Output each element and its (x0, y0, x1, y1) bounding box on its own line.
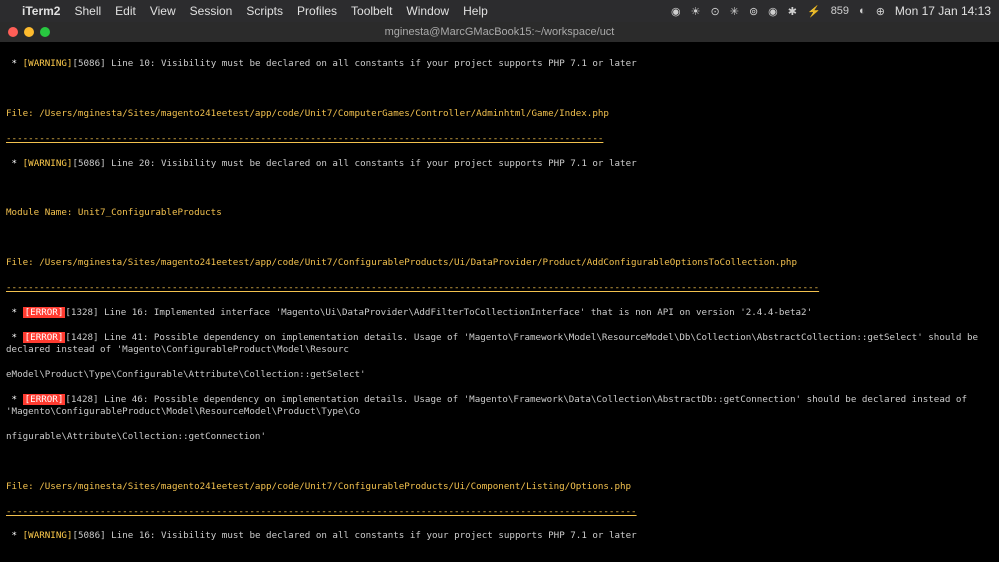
log-line: [5086] Line 20: Visibility must be decla… (72, 158, 636, 169)
menu-toolbelt[interactable]: Toolbelt (351, 4, 392, 18)
traffic-lights (8, 27, 50, 37)
menu-shell[interactable]: Shell (74, 4, 101, 18)
menu-app[interactable]: iTerm2 (22, 4, 60, 18)
log-line: [5086] Line 16: Visibility must be decla… (72, 530, 636, 541)
menu-edit[interactable]: Edit (115, 4, 136, 18)
fullscreen-button[interactable] (40, 27, 50, 37)
terminal-window: mginesta@MarcGMacBook15:~/workspace/uct … (0, 22, 999, 562)
menu-view[interactable]: View (150, 4, 176, 18)
log-line: [1428] Line 46: Possible dependency on i… (6, 394, 973, 417)
close-button[interactable] (8, 27, 18, 37)
log-line: [5086] Line 10: Visibility must be decla… (72, 58, 636, 69)
status-icon[interactable]: ⊙ (711, 5, 720, 18)
macos-menubar: iTerm2 Shell Edit View Session Scripts P… (0, 0, 999, 22)
log-line: eModel\Product\Type\Configurable\Attribu… (6, 369, 366, 380)
menu-session[interactable]: Session (190, 4, 233, 18)
file-path: File: /Users/mginesta/Sites/magento241ee… (6, 257, 797, 268)
battery-icon[interactable]: ⚡ (807, 5, 821, 18)
menubar-right: ◉ ☀ ⊙ ✳ ⊚ ◉ ✱ ⚡ 859 ◐ ⊕ Mon 17 Jan 14:13 (671, 4, 991, 18)
status-icon[interactable]: ◐ (859, 5, 866, 17)
menubar-datetime[interactable]: Mon 17 Jan 14:13 (895, 4, 991, 18)
status-icon[interactable]: ◉ (671, 5, 681, 18)
menu-help[interactable]: Help (463, 4, 488, 18)
menu-scripts[interactable]: Scripts (246, 4, 283, 18)
warning-tag: [WARNING] (23, 158, 73, 169)
file-path: File: /Users/mginesta/Sites/magento241ee… (6, 108, 609, 119)
window-title: mginesta@MarcGMacBook15:~/workspace/uct (385, 26, 615, 38)
battery-text: 859 (831, 5, 849, 17)
log-line: nfigurable\Attribute\Collection::getConn… (6, 431, 266, 442)
terminal-output[interactable]: * [WARNING][5086] Line 10: Visibility mu… (0, 42, 999, 562)
status-icon[interactable]: ⊚ (749, 5, 758, 18)
minimize-button[interactable] (24, 27, 34, 37)
menubar-left: iTerm2 Shell Edit View Session Scripts P… (8, 4, 488, 18)
menu-window[interactable]: Window (406, 4, 449, 18)
error-tag: [ERROR] (23, 307, 66, 318)
file-path: File: /Users/mginesta/Sites/magento241ee… (6, 481, 631, 492)
error-tag: [ERROR] (23, 394, 66, 405)
log-line: [1328] Line 16: Implemented interface 'M… (65, 307, 812, 318)
warning-tag: [WARNING] (23, 58, 73, 69)
status-icon[interactable]: ✱ (788, 5, 797, 18)
window-titlebar[interactable]: mginesta@MarcGMacBook15:~/workspace/uct (0, 22, 999, 42)
status-icon[interactable]: ✳ (730, 5, 739, 18)
status-icon[interactable]: ⊕ (876, 5, 885, 18)
log-line: [1428] Line 41: Possible dependency on i… (6, 332, 984, 355)
error-tag: [ERROR] (23, 332, 66, 343)
menu-profiles[interactable]: Profiles (297, 4, 337, 18)
module-name: Module Name: Unit7_ConfigurableProducts (6, 207, 222, 218)
status-icon[interactable]: ☀ (691, 5, 701, 18)
warning-tag: [WARNING] (23, 530, 73, 541)
status-icon[interactable]: ◉ (768, 5, 778, 18)
